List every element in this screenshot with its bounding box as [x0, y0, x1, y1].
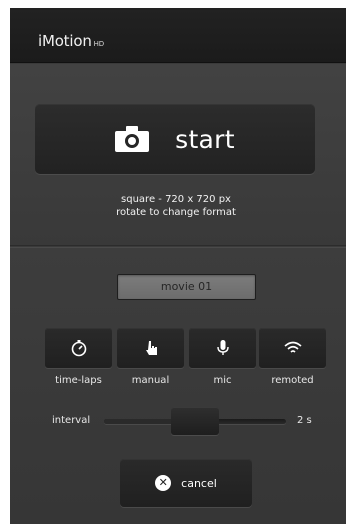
stopwatch-icon	[71, 340, 86, 357]
interval-slider-thumb[interactable]	[171, 407, 219, 435]
app-window: iMotion HD	[10, 8, 346, 524]
mode-mic-button[interactable]	[189, 328, 256, 368]
mode-time-laps-label: time-laps	[55, 375, 102, 386]
camera-icon	[115, 126, 150, 152]
cancel-button[interactable]: ✕ cancel	[120, 459, 252, 507]
close-circle-icon: ✕	[155, 475, 172, 491]
start-label: start	[175, 124, 235, 154]
interval-label: interval	[52, 415, 91, 426]
brand-name: iMotion	[38, 32, 92, 50]
movie-name-field[interactable]: movie 01	[117, 274, 256, 300]
app-brand: iMotion HD	[38, 32, 104, 50]
mode-manual-label: manual	[131, 375, 170, 386]
wifi-icon	[283, 341, 302, 353]
start-button[interactable]: start	[35, 104, 315, 174]
hand-pointer-icon	[145, 341, 157, 355]
mode-remoted-label: remoted	[271, 375, 314, 386]
format-hint: rotate to change format	[116, 207, 236, 218]
mode-manual-button[interactable]	[117, 328, 184, 368]
mode-time-laps-button[interactable]	[45, 328, 112, 368]
microphone-icon	[216, 340, 229, 355]
mode-remoted-button[interactable]	[259, 328, 326, 368]
cancel-label: cancel	[181, 476, 217, 490]
app-header: iMotion HD	[10, 8, 346, 63]
brand-suffix: HD	[93, 40, 104, 48]
format-info: square - 720 x 720 px	[121, 194, 231, 205]
interval-value: 2 s	[297, 415, 312, 426]
mode-mic-label: mic	[213, 375, 232, 386]
